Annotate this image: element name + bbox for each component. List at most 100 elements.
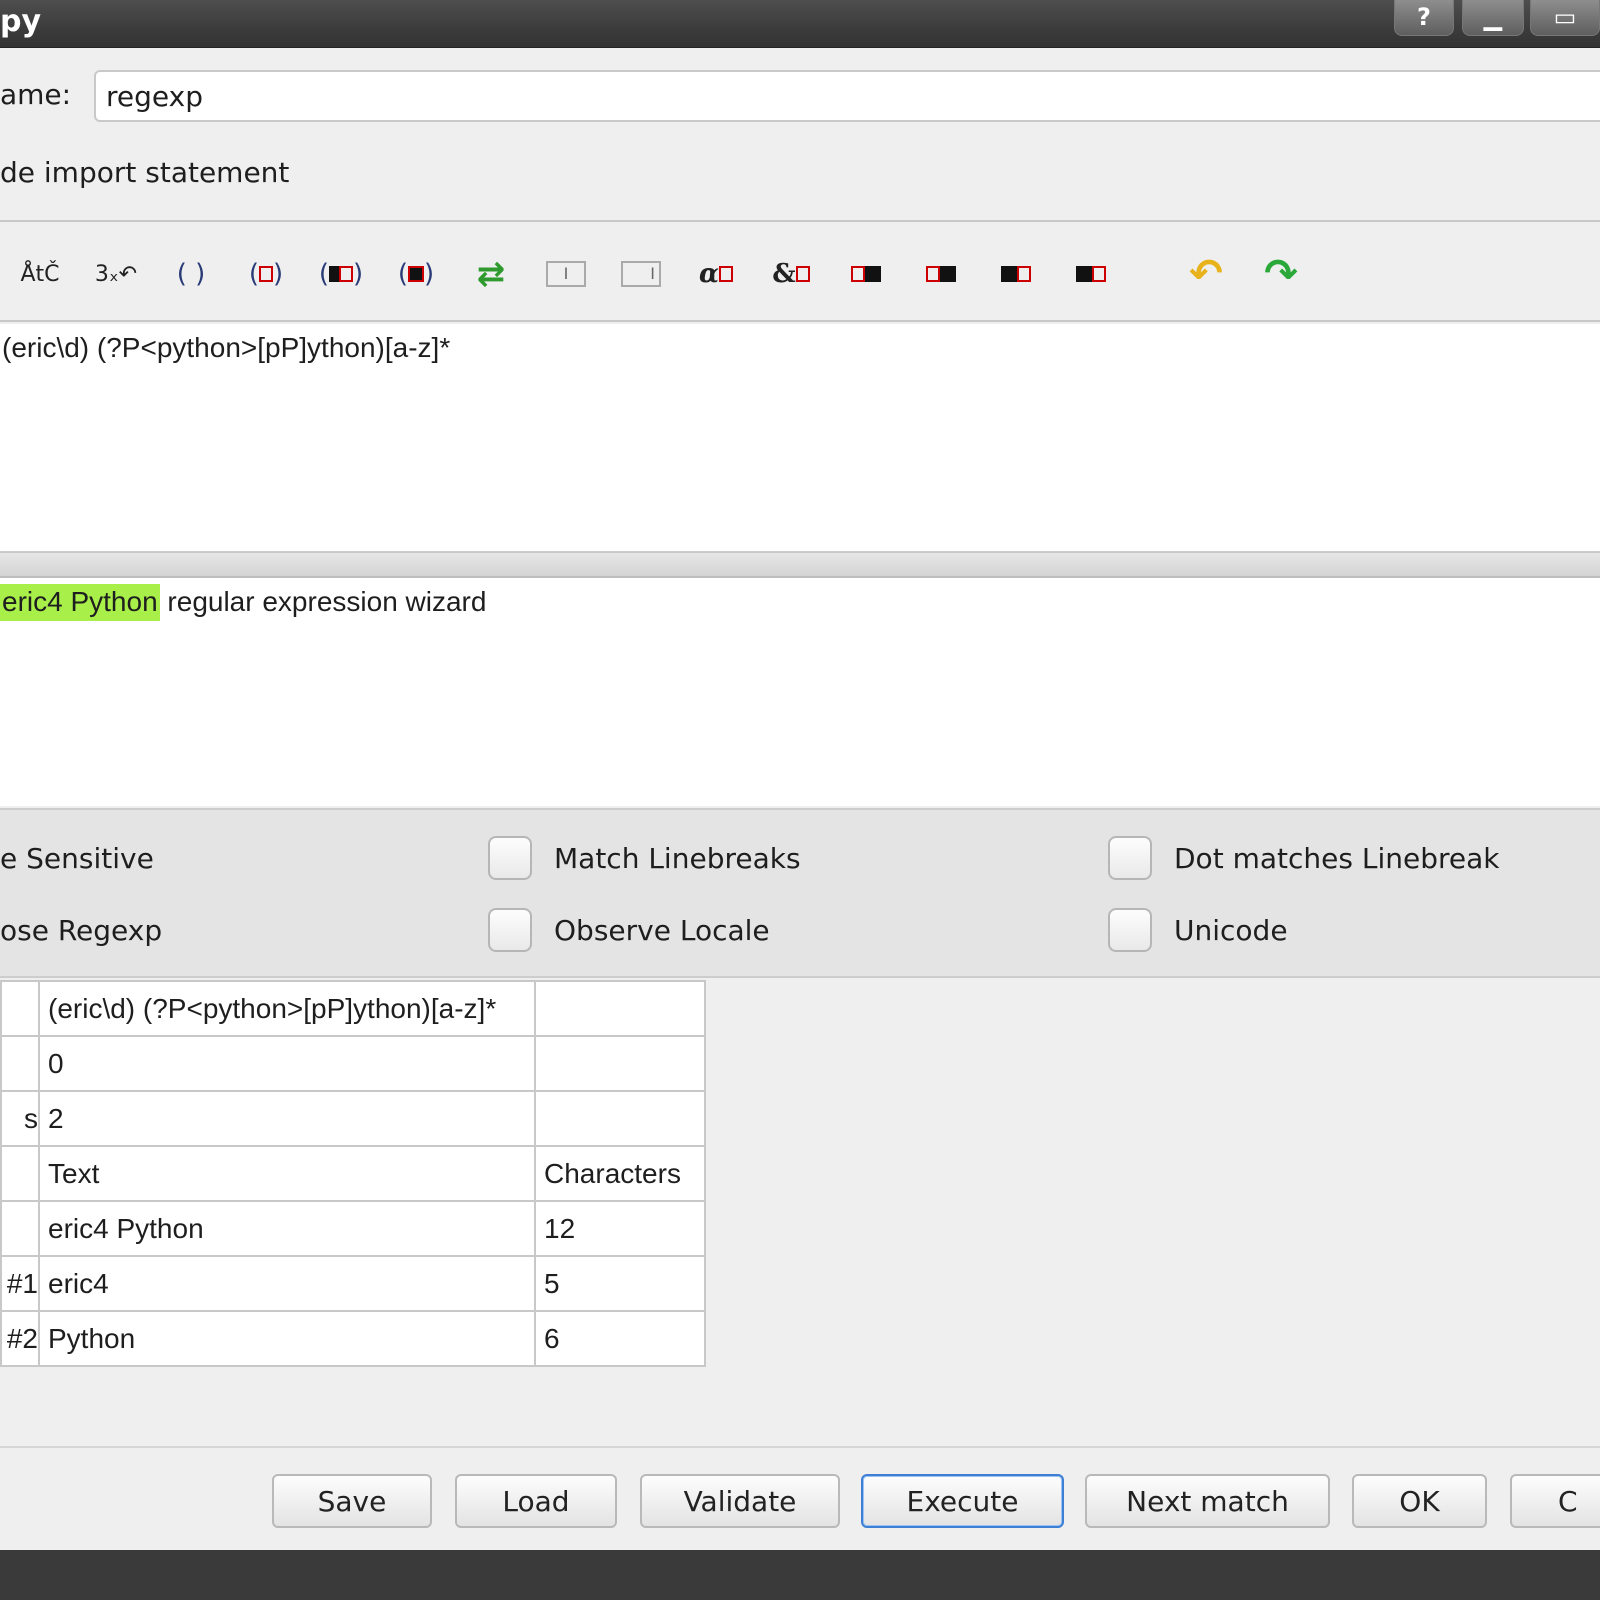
test-text-line: eric4 Python regular expression wizard [0,584,487,621]
positive-lookbehind-tool-icon[interactable] [990,248,1042,300]
table-cell: Characters [534,1145,706,1202]
include-import-checkbox-label[interactable]: de import statement [0,156,289,189]
minimize-icon: ▁ [1483,3,1503,31]
unicode-checkbox[interactable] [1108,908,1152,952]
undo-glyph: ↶ [1189,251,1223,297]
observe-locale-label[interactable]: Observe Locale [554,914,770,947]
repeat-tool-icon[interactable]: 3ₓ↶ [90,248,142,300]
begin-line-glyph: I [546,261,586,287]
negative-lookahead-tool-icon[interactable] [915,248,967,300]
regex-toolbar: ÅtČ 3ₓ↶ ( ) () () () ⇄ I I α & ↶ ↷ [0,224,1600,322]
box-glyph [926,266,940,282]
row-label [0,1145,40,1202]
table-row: s 2 [0,1090,706,1147]
maximize-icon: ▭ [1553,3,1577,31]
ok-button[interactable]: OK [1352,1474,1487,1528]
box-glyph [1092,266,1106,282]
character-tool-icon[interactable]: ÅtČ [14,248,66,300]
minimize-button[interactable]: ▁ [1462,0,1524,36]
character-tool-glyph: ÅtČ [20,261,60,287]
dialog-button-bar: Save Load Validate Execute Next match OK… [0,1446,1600,1550]
alternatives-tool-icon[interactable]: ⇄ [465,248,517,300]
table-cell: eric4 Python [38,1200,536,1257]
row-label: #2 [0,1310,40,1367]
maximize-button[interactable]: ▭ [1530,0,1600,36]
group-tool-glyph: ( ) [176,259,206,289]
table-cell: Text [38,1145,536,1202]
help-icon: ? [1417,3,1431,31]
table-row: 0 [0,1035,706,1092]
begin-line-tool-icon[interactable]: I [540,248,592,300]
block-glyph [1076,266,1092,282]
redo-icon[interactable]: ↷ [1255,248,1307,300]
negative-lookbehind-tool-icon[interactable] [1065,248,1117,300]
box-glyph [795,266,810,282]
regex-editor[interactable]: (eric\d) (?P<python>[pP]ython)[a-z]* [0,324,1600,552]
block-glyph [865,266,881,282]
row-label [0,1035,40,1092]
options-panel: e Sensitive ose Regexp Match Linebreaks … [0,808,1600,978]
test-text-rest: regular expression wizard [159,586,487,617]
word-boundary-tool-icon[interactable]: α [690,248,742,300]
box-glyph [1017,266,1031,282]
table-cell: 2 [38,1090,536,1147]
cancel-button[interactable]: C [1510,1474,1600,1528]
window-titlebar: py ? ▁ ▭ [0,0,1600,48]
test-text-area[interactable]: eric4 Python regular expression wizard [0,578,1600,806]
load-button[interactable]: Load [455,1474,617,1528]
dot-matches-linebreak-label[interactable]: Dot matches Linebreak [1174,842,1499,875]
group-reference-tool-icon[interactable]: () [390,248,442,300]
comment-tool-icon[interactable]: & [765,248,817,300]
named-reference-tool-icon[interactable]: () [315,248,367,300]
match-linebreaks-checkbox[interactable] [488,836,532,880]
window-title: py [0,4,42,39]
table-cell: 0 [38,1035,536,1092]
block-glyph [1001,266,1017,282]
next-match-button[interactable]: Next match [1085,1474,1330,1528]
save-button[interactable]: Save [272,1474,432,1528]
table-cell: eric4 [38,1255,536,1312]
execute-button[interactable]: Execute [861,1474,1064,1528]
table-row: (eric\d) (?P<python>[pP]ython)[a-z]* [0,980,706,1037]
table-cell: 6 [534,1310,706,1367]
table-cell [534,1035,706,1092]
table-cell [534,980,706,1037]
table-cell: 5 [534,1255,706,1312]
positive-lookahead-tool-icon[interactable] [840,248,892,300]
table-row: #1 eric4 5 [0,1255,706,1312]
repeat-tool-glyph: 3ₓ↶ [94,261,138,287]
named-group-tool-icon[interactable]: () [240,248,292,300]
table-cell: Python [38,1310,536,1367]
match-highlight: eric4 Python [0,584,160,621]
table-cell [534,1090,706,1147]
block-glyph [940,266,956,282]
case-sensitive-label[interactable]: e Sensitive [0,842,154,875]
end-line-glyph: I [621,261,661,287]
row-label: s [0,1090,40,1147]
table-row: #2 Python 6 [0,1310,706,1367]
undo-icon[interactable]: ↶ [1180,248,1232,300]
name-row: ame: [0,48,1600,144]
name-label: ame: [0,78,72,111]
end-line-tool-icon[interactable]: I [615,248,667,300]
unicode-label[interactable]: Unicode [1174,914,1288,947]
help-button[interactable]: ? [1394,0,1454,36]
dot-matches-linebreak-checkbox[interactable] [1108,836,1152,880]
validate-button[interactable]: Validate [640,1474,840,1528]
row-label: #1 [0,1255,40,1312]
observe-locale-checkbox[interactable] [488,908,532,952]
box-glyph [719,266,733,282]
redo-glyph: ↷ [1264,251,1298,297]
table-cell: 12 [534,1200,706,1257]
results-table: (eric\d) (?P<python>[pP]ython)[a-z]* 0 s… [0,980,706,1367]
table-cell: (eric\d) (?P<python>[pP]ython)[a-z]* [38,980,536,1037]
group-tool-icon[interactable]: ( ) [165,248,217,300]
row-label [0,1200,40,1257]
verbose-regexp-label[interactable]: ose Regexp [0,914,162,947]
splitter-handle[interactable] [0,552,1600,578]
box-glyph [851,266,865,282]
match-linebreaks-label[interactable]: Match Linebreaks [554,842,801,875]
window-bottom-frame [0,1550,1600,1600]
row-label [0,980,40,1037]
name-input[interactable] [94,70,1600,122]
